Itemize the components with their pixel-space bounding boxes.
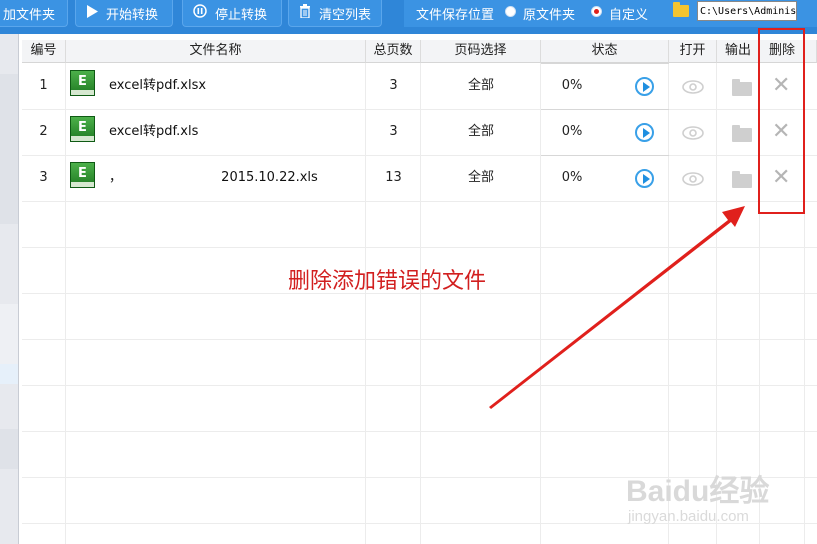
annotation-text: 删除添加错误的文件 — [288, 269, 487, 294]
watermark-logo: Baidu经验 — [626, 475, 770, 508]
watermark-url: jingyan.baidu.com — [628, 508, 749, 525]
